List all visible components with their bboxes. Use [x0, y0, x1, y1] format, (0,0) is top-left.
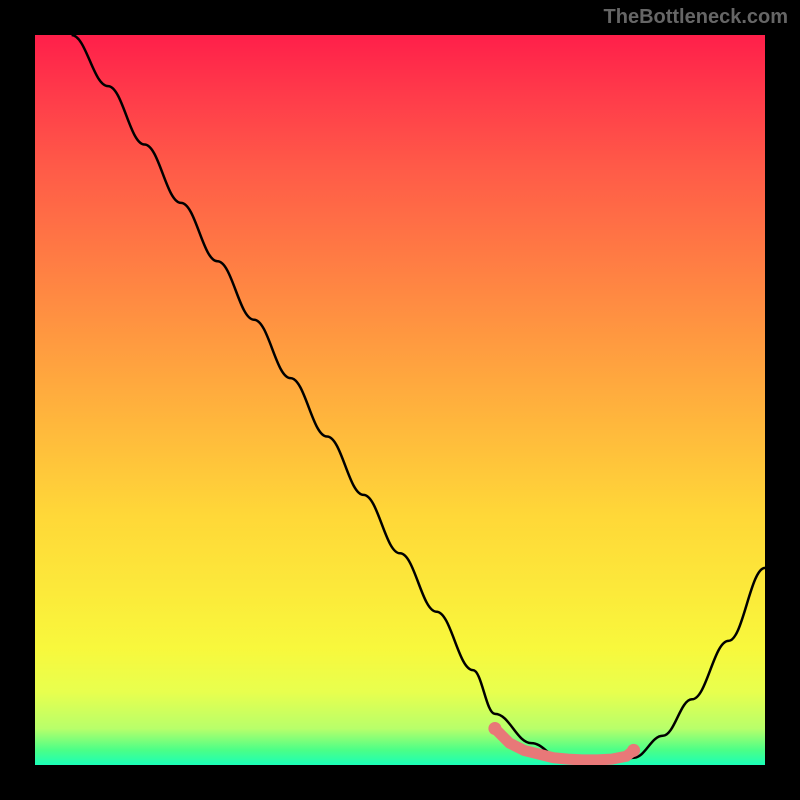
curve-svg [35, 35, 765, 765]
watermark-text: TheBottleneck.com [604, 6, 788, 29]
bottleneck-curve [72, 35, 766, 761]
plot-area [35, 35, 765, 765]
chart-container: TheBottleneck.com [0, 0, 800, 800]
